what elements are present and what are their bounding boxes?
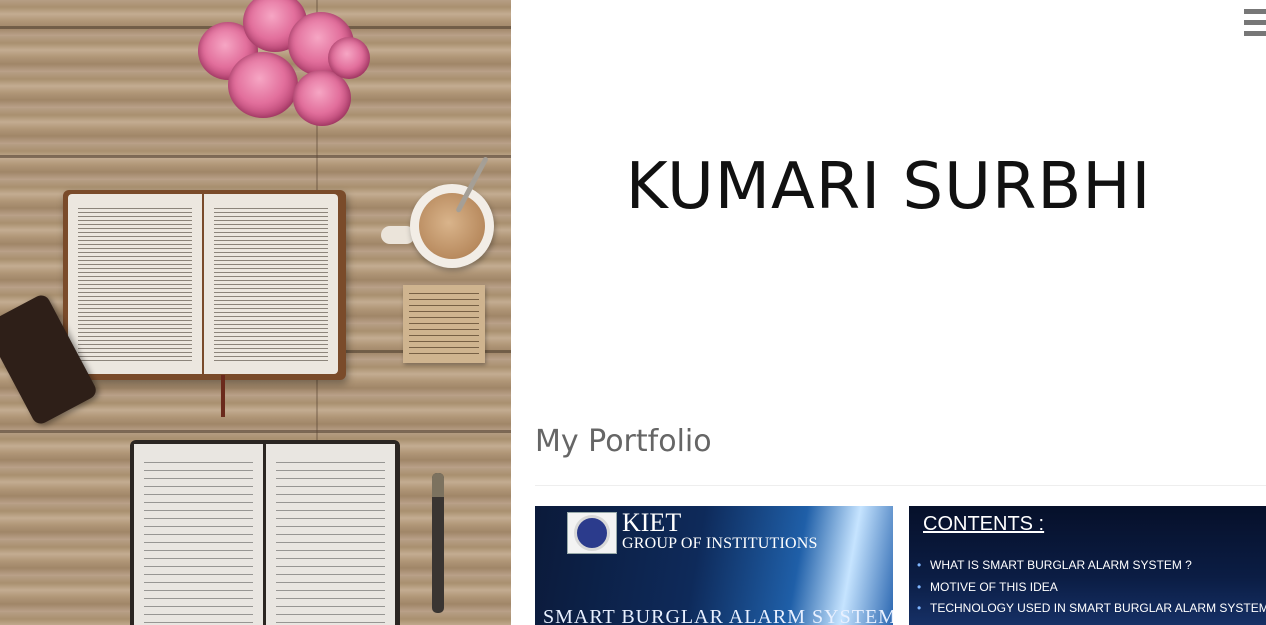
open-book <box>63 190 346 380</box>
book-page <box>68 194 202 374</box>
contents-list: WHAT IS SMART BURGLAR ALARM SYSTEM ? MOT… <box>917 558 1266 623</box>
org-name: KIET <box>622 508 682 537</box>
pen <box>432 473 444 613</box>
book-page <box>204 194 338 374</box>
wood-plank-line <box>0 430 511 433</box>
flower <box>328 37 370 79</box>
college-logo <box>567 512 617 554</box>
sticky-note <box>403 285 485 363</box>
org-subtitle: GROUP OF INSTITUTIONS <box>622 535 818 552</box>
flowers <box>188 0 378 142</box>
hero-photo <box>0 0 511 625</box>
divider <box>535 485 1266 486</box>
flower <box>293 70 351 126</box>
coffee-cup <box>410 184 494 268</box>
site-title: KUMARI SURBHI <box>625 150 1152 224</box>
list-item: TECHNOLOGY USED IN SMART BURGLAR ALARM S… <box>917 601 1266 623</box>
flower <box>228 52 298 118</box>
slide-title: SMART BURGLAR ALARM SYSTEM <box>543 606 893 625</box>
contents-title: CONTENTS : <box>923 513 1045 535</box>
menu-button[interactable] <box>1244 9 1266 39</box>
notebook-page <box>266 444 395 625</box>
notebook <box>130 440 400 625</box>
portfolio-item[interactable]: CONTENTS : WHAT IS SMART BURGLAR ALARM S… <box>909 506 1266 625</box>
portfolio-item[interactable]: KIET GROUP OF INSTITUTIONS SMART BURGLAR… <box>535 506 893 625</box>
notebook-page <box>134 444 263 625</box>
list-item: MOTIVE OF THIS IDEA <box>917 580 1266 602</box>
portfolio-heading: My Portfolio <box>535 424 712 459</box>
list-item: WHAT IS SMART BURGLAR ALARM SYSTEM ? <box>917 558 1266 580</box>
wood-plank-line <box>0 155 511 158</box>
bookmark-ribbon <box>221 375 225 417</box>
